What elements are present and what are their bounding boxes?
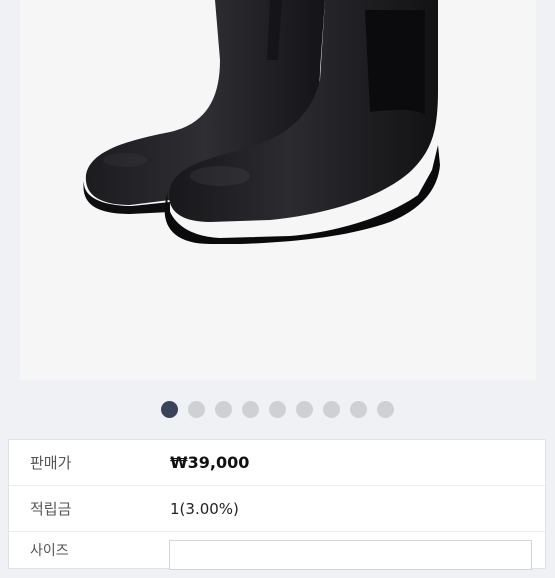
option-label: 사이즈 <box>30 543 69 559</box>
points-label: 적립금 <box>30 500 72 518</box>
carousel-dot[interactable] <box>269 401 286 418</box>
boots-illustration <box>83 0 440 244</box>
carousel-dot[interactable] <box>215 401 232 418</box>
price-value: ₩39,000 <box>170 453 250 472</box>
points-row: 적립금 1(3.00%) <box>9 486 545 532</box>
price-label: 판매가 <box>30 454 72 472</box>
carousel-dot[interactable] <box>242 401 259 418</box>
carousel-dot[interactable] <box>377 401 394 418</box>
carousel-indicators <box>0 401 555 421</box>
option-row: 사이즈 <box>9 532 545 578</box>
option-select[interactable] <box>169 540 532 570</box>
carousel-dot[interactable] <box>296 401 313 418</box>
carousel-dot[interactable] <box>323 401 340 418</box>
product-info-table: 판매가 ₩39,000 적립금 1(3.00%) 사이즈 <box>8 439 546 570</box>
product-image[interactable] <box>20 0 536 380</box>
carousel-dot[interactable] <box>161 401 178 418</box>
price-row: 판매가 ₩39,000 <box>9 440 545 486</box>
carousel-dot[interactable] <box>188 401 205 418</box>
carousel-dot[interactable] <box>350 401 367 418</box>
points-value: 1(3.00%) <box>170 499 239 518</box>
